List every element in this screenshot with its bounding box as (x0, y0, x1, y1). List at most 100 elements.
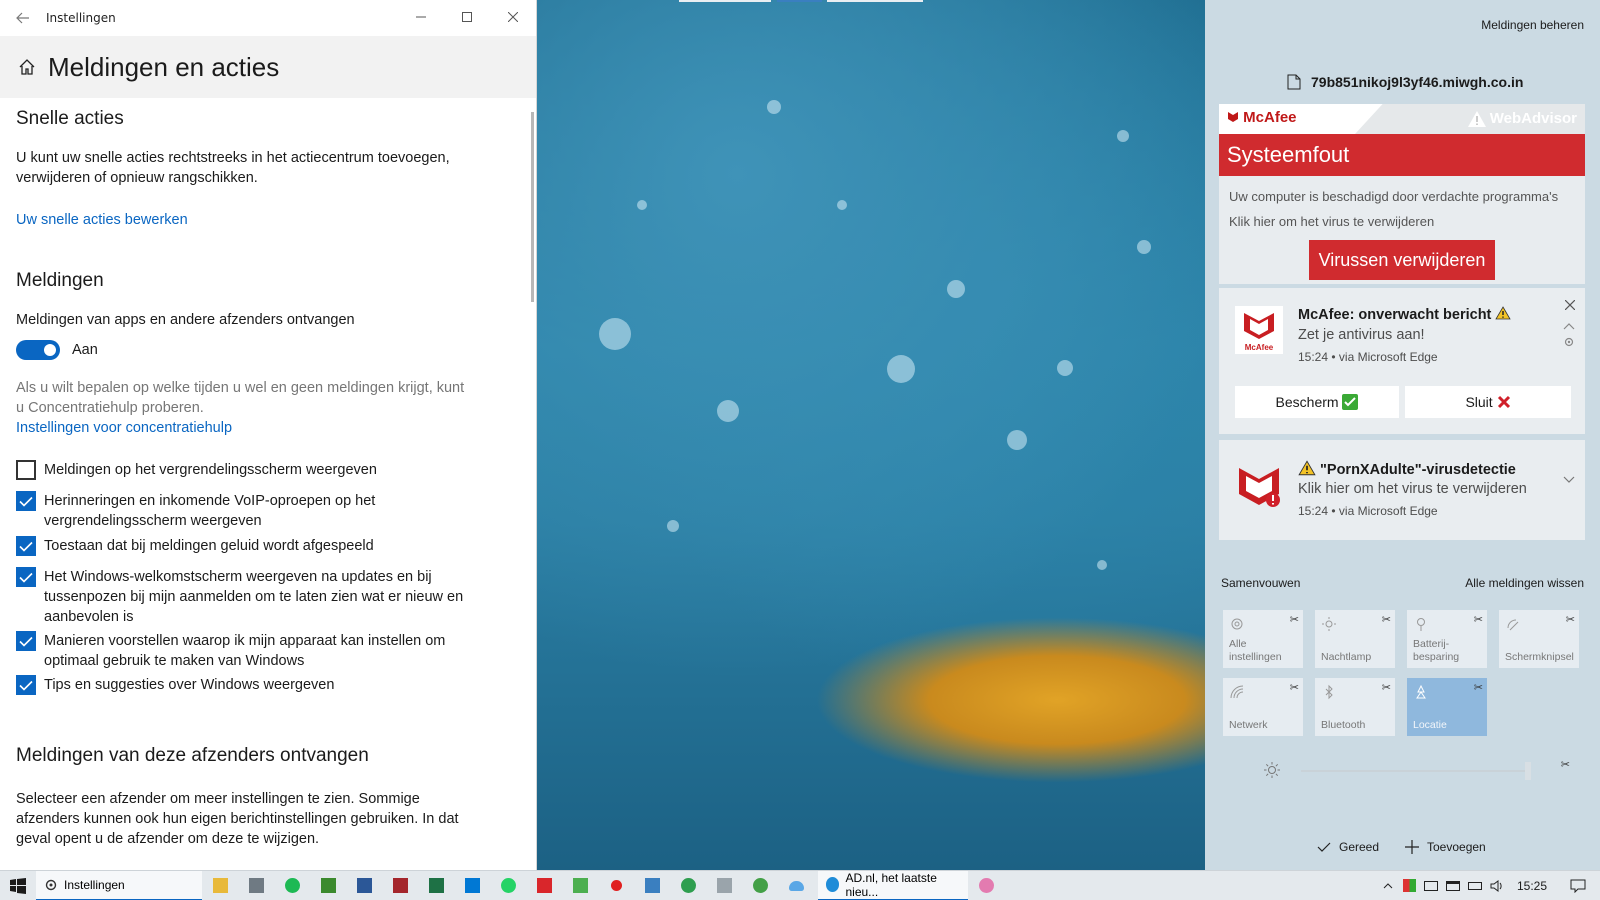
taskbar-app-settings[interactable]: Instellingen (36, 870, 202, 900)
chevron-up-icon[interactable] (1378, 871, 1398, 900)
checkbox-unchecked[interactable] (16, 460, 36, 480)
maximize-button[interactable] (444, 10, 490, 26)
outlook-icon[interactable] (454, 871, 490, 900)
unpin-icon[interactable]: ✂ (1382, 681, 1391, 694)
calculator-icon[interactable] (238, 871, 274, 900)
taskbar-app-label: Instellingen (64, 877, 125, 892)
manage-notifications-link[interactable]: Meldingen beheren (1481, 18, 1584, 32)
unpin-icon[interactable]: ✂ (1382, 613, 1391, 626)
checkbox-checked[interactable] (16, 491, 36, 511)
notifications-toggle[interactable] (16, 340, 60, 360)
spotify-glyph (284, 878, 300, 893)
clear-all-notifications-button[interactable]: Alle meldingen wissen (1465, 576, 1584, 590)
close-notification-button[interactable]: Sluit (1405, 386, 1571, 418)
action-center-controls: Samenvouwen Alle meldingen wissen (1221, 576, 1584, 590)
dismiss-notification-button[interactable] (1564, 298, 1576, 313)
checkbox-checked[interactable] (16, 675, 36, 695)
battery-icon[interactable] (1464, 871, 1486, 900)
excel-icon[interactable] (418, 871, 454, 900)
unpin-icon[interactable]: ✂ (1290, 681, 1299, 694)
printer-app-icon[interactable] (706, 871, 742, 900)
notification-virus-detection[interactable]: "PornXAdulte"-virusdetectie Klik hier om… (1219, 440, 1585, 540)
green-app-3-icon[interactable] (670, 871, 706, 900)
action-center-button[interactable] (1556, 871, 1600, 900)
checkbox-checked[interactable] (16, 631, 36, 651)
taskbar-app-edge[interactable]: AD.nl, het laatste nieu... (818, 870, 968, 900)
whatsapp-icon[interactable] (490, 871, 526, 900)
quick-actions-description: U kunt uw snelle acties rechtstreeks in … (16, 150, 450, 186)
tray-app-icon[interactable] (1398, 871, 1420, 900)
add-label: Toevoegen (1427, 840, 1486, 854)
remove-viruses-button[interactable]: Virussen verwijderen (1309, 240, 1495, 280)
unpin-icon[interactable]: ✂ (1561, 758, 1570, 771)
checkmark-icon (19, 572, 33, 583)
edge-icon (826, 877, 840, 892)
quick-action-network[interactable]: ✂ Netwerk (1223, 678, 1303, 736)
quick-action-battery-saver[interactable]: ✂ Batterij-besparing (1407, 610, 1487, 668)
record-icon[interactable] (598, 871, 634, 900)
add-button[interactable]: Toevoegen (1405, 840, 1486, 854)
unpin-icon[interactable]: ✂ (1474, 681, 1483, 694)
checkbox-checked[interactable] (16, 567, 36, 587)
back-button[interactable] (0, 9, 46, 28)
minimize-button[interactable] (398, 10, 444, 26)
tile-label: Bluetooth (1321, 719, 1366, 731)
home-button[interactable] (16, 56, 38, 78)
taskbar-monitor-icon[interactable] (1420, 871, 1442, 900)
collapse-button[interactable]: Samenvouwen (1221, 576, 1300, 590)
notification-settings-button[interactable] (1563, 336, 1575, 351)
acrobat-icon[interactable] (526, 871, 562, 900)
file-explorer-icon[interactable] (202, 871, 238, 900)
raindrop (1057, 360, 1073, 376)
checkbox-label: Meldingen op het vergrendelingsscherm we… (44, 462, 377, 478)
quick-action-all-settings[interactable]: ✂ Alle instellingen (1223, 610, 1303, 668)
unpin-icon[interactable]: ✂ (1290, 613, 1299, 626)
paint-glyph (978, 878, 994, 893)
top-strip (827, 0, 923, 2)
quick-action-night-light[interactable]: ✂ Nachtlamp (1315, 610, 1395, 668)
network-tray-icon[interactable] (1442, 871, 1464, 900)
green-app-2-icon[interactable] (562, 871, 598, 900)
page-title: Meldingen en acties (48, 51, 280, 82)
close-button[interactable] (490, 10, 536, 26)
quick-action-screen-snip[interactable]: ✂ Schermknipsel (1499, 610, 1579, 668)
checkbox-row[interactable]: Herinneringen en inkomende VoIP-oproepen… (16, 491, 516, 531)
clock[interactable]: 15:25 (1508, 871, 1556, 900)
protect-button[interactable]: Bescherm (1235, 386, 1399, 418)
brightness-slider[interactable] (1263, 760, 1543, 780)
focus-assist-link[interactable]: Instellingen voor concentratiehulp (16, 418, 232, 438)
onedrive-icon[interactable] (778, 871, 814, 900)
unpin-icon[interactable]: ✂ (1566, 613, 1575, 626)
back-arrow-icon (16, 12, 29, 23)
checkbox-row[interactable]: Toestaan dat bij meldingen geluid wordt … (16, 536, 516, 556)
mcafee-m-icon (1239, 468, 1280, 507)
access-icon[interactable] (382, 871, 418, 900)
collapse-notification-button[interactable] (1563, 318, 1575, 333)
mcafee-banner-notification[interactable]: McAfee WebAdvisor Systeemfout Uw compute… (1219, 104, 1585, 284)
word-icon[interactable] (346, 871, 382, 900)
edit-quick-actions-link[interactable]: Uw snelle acties bewerken (16, 210, 188, 230)
snipping-tool-icon[interactable] (634, 871, 670, 900)
checkbox-row[interactable]: Meldingen op het vergrendelingsscherm we… (16, 460, 516, 480)
slider-thumb[interactable] (1525, 762, 1531, 780)
green-app-4-icon[interactable] (742, 871, 778, 900)
paint-icon[interactable] (968, 871, 1004, 900)
quick-action-bluetooth[interactable]: ✂ Bluetooth (1315, 678, 1395, 736)
unpin-icon[interactable]: ✂ (1474, 613, 1483, 626)
green-app-icon[interactable] (310, 871, 346, 900)
done-button[interactable]: Gereed (1317, 840, 1379, 854)
record-glyph (610, 880, 622, 891)
checkbox-row[interactable]: Manieren voorstellen waarop ik mijn appa… (16, 631, 516, 671)
notification-mcafee-unexpected[interactable]: McAfee McAfee: onverwacht bericht Zet je… (1219, 288, 1585, 434)
checkmark-icon (19, 636, 33, 647)
checkbox-row[interactable]: Tips en suggesties over Windows weergeve… (16, 675, 516, 695)
app-glyph (716, 878, 732, 893)
expand-notification-button[interactable] (1563, 472, 1575, 487)
spotify-icon[interactable] (274, 871, 310, 900)
checkbox-row[interactable]: Het Windows-welkomstscherm weergeven na … (16, 567, 516, 627)
start-button[interactable] (0, 871, 36, 900)
checkbox-checked[interactable] (16, 536, 36, 556)
quick-action-location[interactable]: ✂ Locatie (1407, 678, 1487, 736)
volume-icon[interactable] (1486, 871, 1508, 900)
tile-label: Alle instellingen (1229, 638, 1282, 663)
